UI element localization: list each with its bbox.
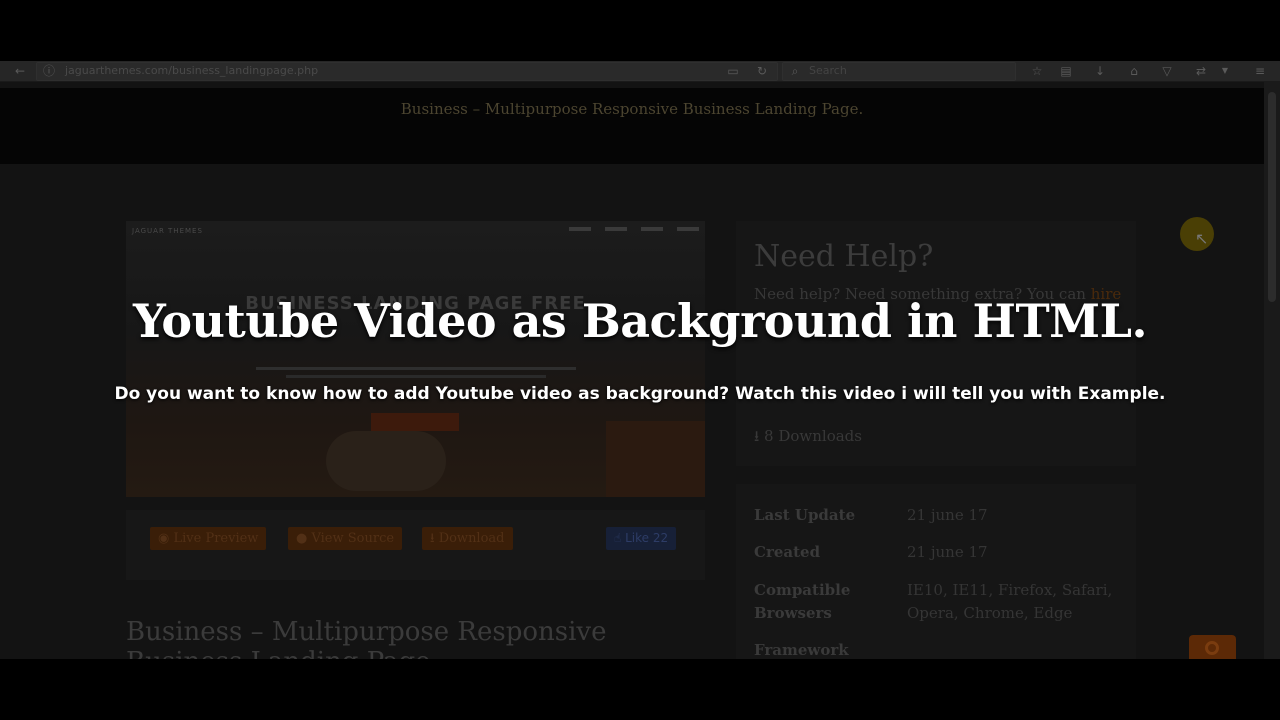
letterbox-bottom — [0, 659, 1280, 720]
overlay-title: Youtube Video as Background in HTML. — [133, 294, 1147, 348]
page-title: Business – Multipurpose Responsive Busin… — [126, 617, 607, 659]
sync-icon[interactable]: ⇄ — [1193, 63, 1209, 79]
search-input[interactable]: ⌕ Search — [782, 62, 1016, 81]
download-icon: ⭳ — [430, 531, 439, 546]
scrollbar-thumb[interactable] — [1268, 92, 1276, 302]
like-button[interactable]: ☝ Like 22 — [606, 527, 677, 550]
star-icon[interactable]: ☆ — [1029, 63, 1045, 79]
back-icon[interactable]: ← — [12, 63, 28, 79]
download-button[interactable]: ⭳ Download — [422, 527, 513, 550]
address-bar[interactable]: ⓘ jaguarthemes.com/business_landingpage.… — [36, 62, 778, 81]
info-icon[interactable]: ⓘ — [41, 63, 57, 79]
url-text: jaguarthemes.com/business_landingpage.ph… — [65, 64, 319, 77]
meta-label: Created — [754, 543, 821, 561]
preview-text-line — [256, 367, 576, 370]
header-title: Business – Multipurpose Responsive Busin… — [400, 100, 864, 118]
reader-icon[interactable]: ▭ — [725, 63, 741, 79]
action-bar: ◉ Live Preview ● View Source ⭳ Download … — [126, 510, 705, 580]
pocket-icon[interactable]: ▽ — [1159, 63, 1175, 79]
reload-icon[interactable]: ↻ — [754, 63, 770, 79]
web-page: Business – Multipurpose Responsive Busin… — [0, 82, 1264, 659]
arrow-up-icon — [1205, 641, 1219, 655]
meta-value: 21 june 17 — [907, 543, 988, 561]
preview-photo-shape — [326, 431, 446, 491]
preview-button — [371, 413, 459, 431]
home-icon[interactable]: ⌂ — [1126, 63, 1142, 79]
view-source-button[interactable]: ● View Source — [288, 527, 403, 550]
browser-toolbar: ← ⓘ jaguarthemes.com/business_landingpag… — [0, 61, 1280, 82]
eye-icon: ◉ — [158, 531, 174, 546]
scroll-to-top-button[interactable] — [1189, 635, 1236, 659]
search-icon: ⌕ — [791, 64, 799, 78]
thumbs-up-icon: ☝ — [614, 531, 626, 545]
page-header: Business – Multipurpose Responsive Busin… — [0, 88, 1264, 164]
clipboard-icon[interactable]: ▤ — [1058, 63, 1074, 79]
github-icon: ● — [296, 531, 312, 546]
chevron-down-icon[interactable]: ▼ — [1217, 63, 1233, 79]
menu-icon[interactable]: ≡ — [1252, 63, 1268, 79]
help-title: Need Help? — [754, 239, 934, 274]
download-icon[interactable]: ↓ — [1092, 63, 1108, 79]
meta-value: IE10, IE11, Firefox, Safari, Opera, Chro… — [907, 581, 1113, 622]
preview-photo-shape — [606, 421, 705, 497]
meta-label: Compatible Browsers — [754, 581, 851, 622]
mouse-cursor-icon: ↖ — [1195, 229, 1209, 248]
meta-label: Last Update — [754, 506, 856, 524]
meta-table: Last Update 21 june 17 Created 21 june 1… — [736, 484, 1136, 659]
page-scrollbar[interactable] — [1264, 82, 1280, 659]
search-placeholder: Search — [809, 64, 847, 77]
live-preview-button[interactable]: ◉ Live Preview — [150, 527, 267, 550]
overlay-subtitle: Do you want to know how to add Youtube v… — [114, 384, 1166, 404]
theme-preview-image[interactable]: JAGUAR THEMES BUSINESS LANDING PAGE FREE — [126, 221, 705, 497]
download-icon: ⭳ — [754, 427, 765, 445]
download-count: ⭳ 8 Downloads — [754, 427, 862, 445]
meta-label: Framework — [754, 641, 849, 659]
letterbox-top — [0, 0, 1280, 61]
preview-logo: JAGUAR THEMES — [132, 227, 203, 235]
meta-value: 21 june 17 — [907, 506, 988, 524]
preview-text-line — [286, 375, 546, 378]
preview-nav — [569, 227, 699, 231]
